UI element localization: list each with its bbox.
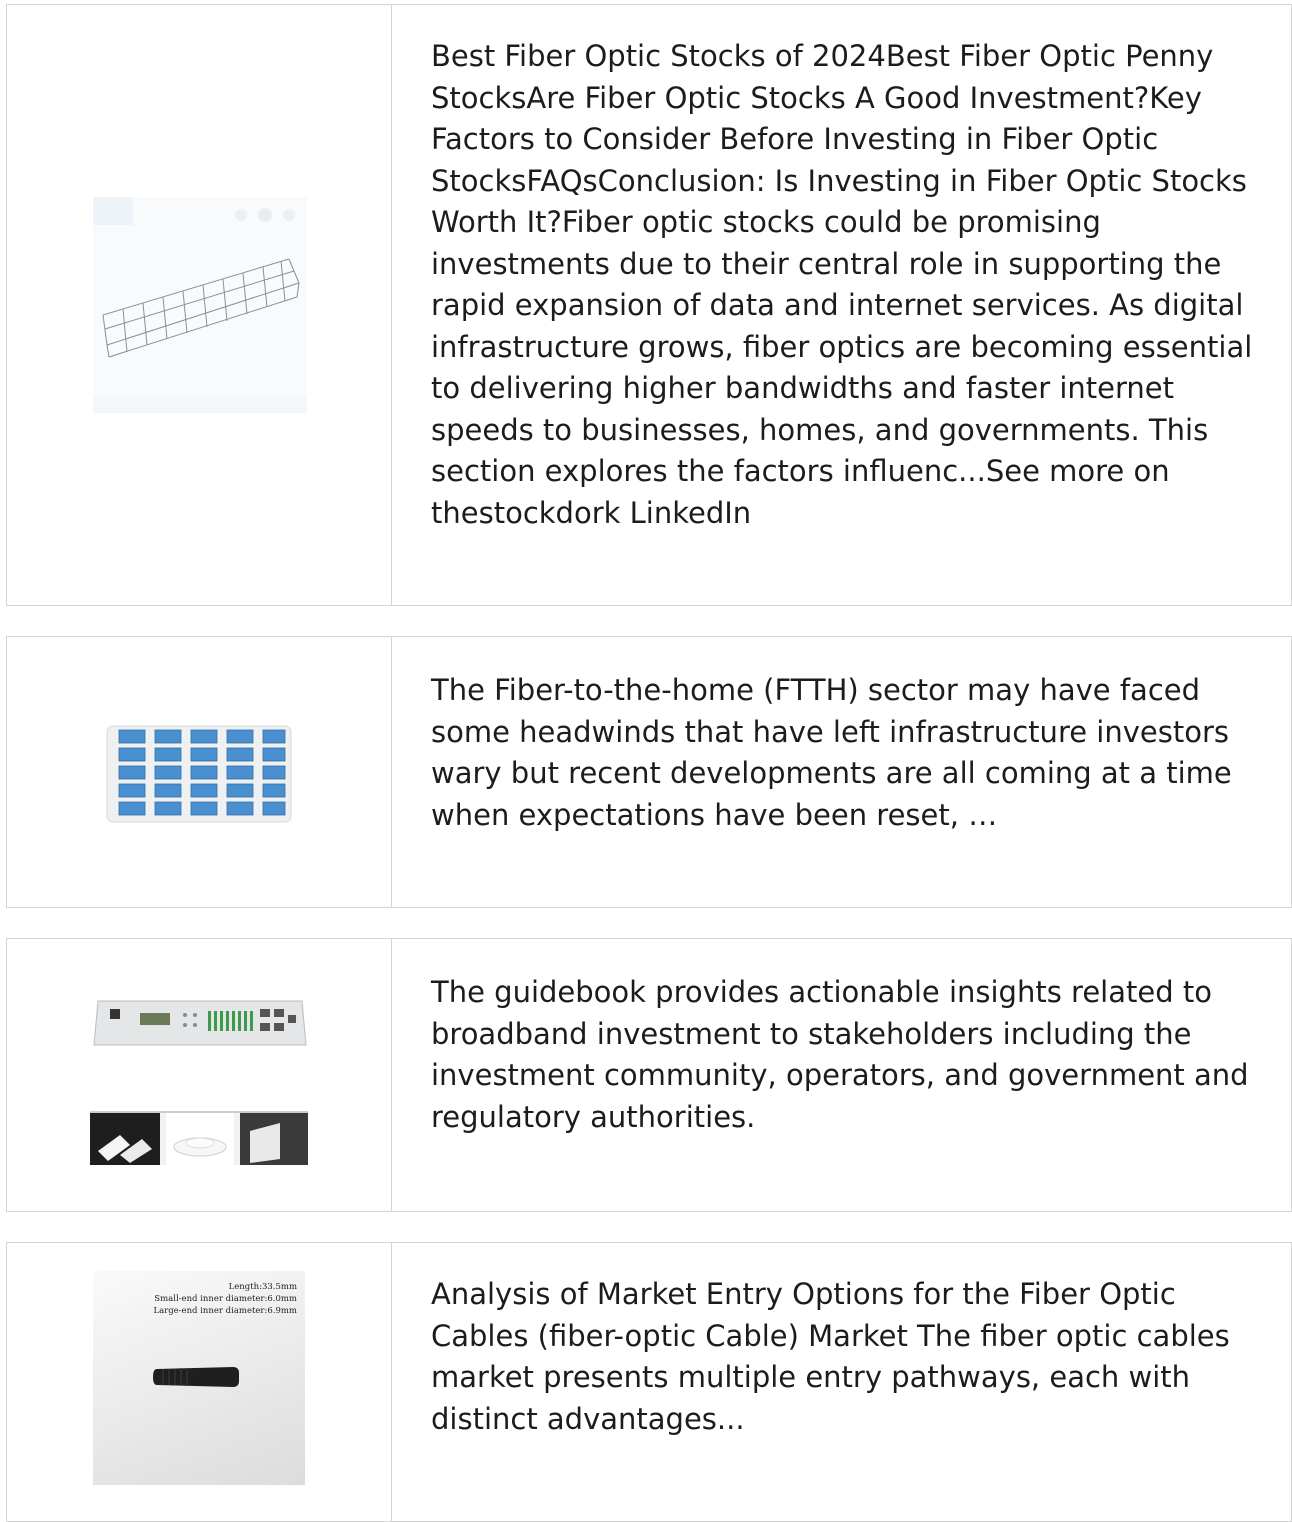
result-snippet: Best Fiber Optic Stocks of 2024Best Fibe… [431,39,1253,530]
result-card-4[interactable]: Length:33.5mm Small-end inner diameter:6… [6,1242,1292,1522]
boot-shape-icon [153,1367,239,1387]
cable-boot-image[interactable]: Length:33.5mm Small-end inner diameter:6… [93,1271,305,1485]
result-thumbnail-cell [7,637,392,907]
boot-small-diameter-label: Small-end inner diameter:6.0mm [154,1294,297,1304]
result-snippet: The guidebook provides actionable insigh… [431,975,1249,1134]
boot-large-diameter-label: Large-end inner diameter:6.9mm [153,1306,297,1316]
result-thumbnail-cell [7,939,392,1211]
wire-cable-tray-image[interactable] [93,197,307,413]
result-thumbnail-cell [7,5,392,605]
result-card-1[interactable]: Best Fiber Optic Stocks of 2024Best Fibe… [6,4,1292,606]
result-snippet: The Fiber-to-the-home (FTTH) sector may … [431,673,1232,832]
fiber-adapter-tray-image[interactable] [105,722,295,824]
result-card-2[interactable]: The Fiber-to-the-home (FTTH) sector may … [6,636,1292,908]
result-thumbnail-cell: Length:33.5mm Small-end inner diameter:6… [7,1243,392,1521]
result-snippet: Analysis of Market Entry Options for the… [431,1277,1230,1436]
rack-alarm-panel-image[interactable] [90,995,308,1165]
result-card-3[interactable]: The guidebook provides actionable insigh… [6,938,1292,1212]
boot-length-label: Length:33.5mm [228,1282,297,1292]
